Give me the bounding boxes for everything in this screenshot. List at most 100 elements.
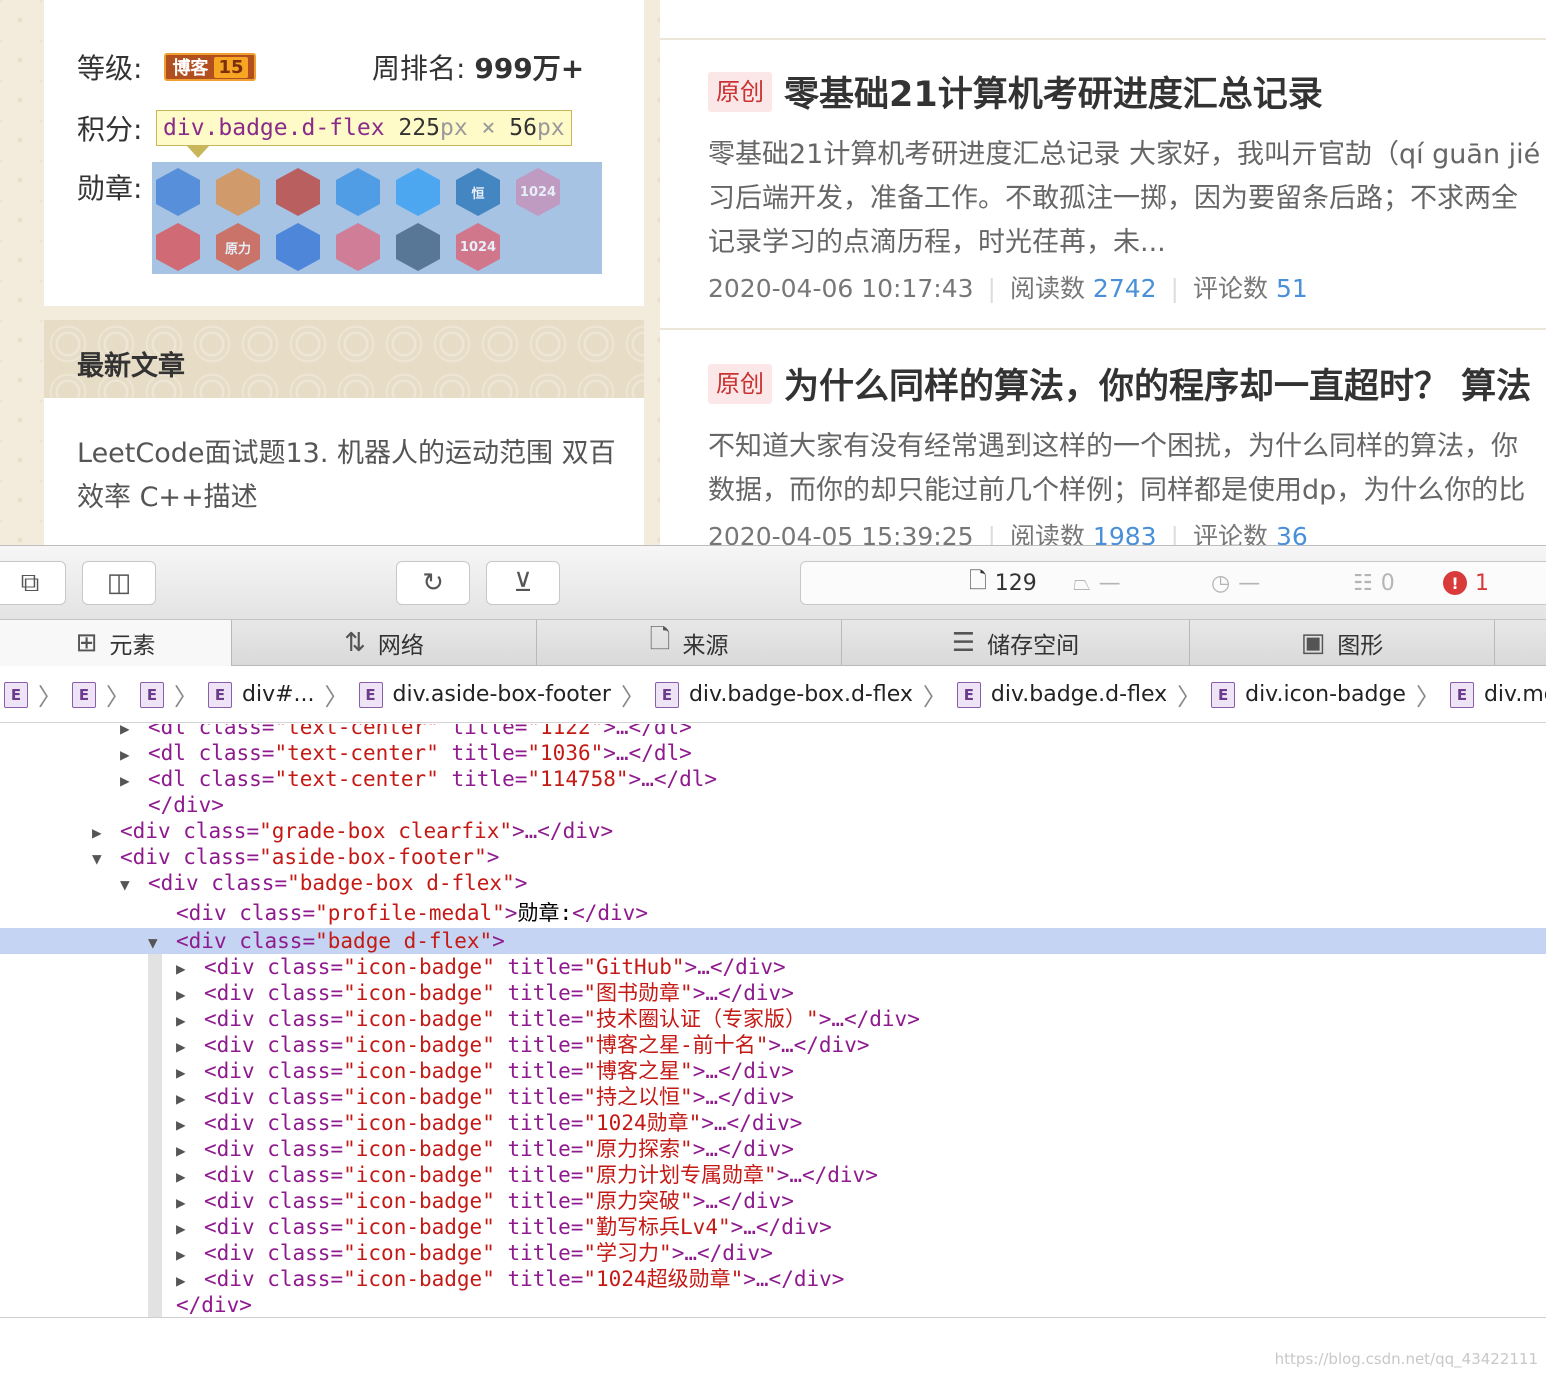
size-counter[interactable]: ⏢ — xyxy=(1073,571,1121,596)
medal-badge-icon[interactable] xyxy=(276,223,320,271)
medal-badge-icon[interactable]: 原力 xyxy=(216,223,260,271)
dom-node[interactable]: ▶ <div class="icon-badge" title="原力探索">…<… xyxy=(0,1136,1546,1162)
error-counter[interactable]: ! 1 xyxy=(1443,571,1489,596)
tab-elements[interactable]: ⊞ 元素 xyxy=(0,620,232,666)
disclosure-closed-icon[interactable]: ▶ xyxy=(92,820,120,846)
disclosure-closed-icon[interactable]: ▶ xyxy=(120,742,148,768)
tag-name: div xyxy=(216,1111,255,1135)
tab-network[interactable]: ⇅ 网络 xyxy=(232,620,537,666)
disclosure-closed-icon[interactable]: ▶ xyxy=(176,1268,204,1294)
medal-label: 勋章: xyxy=(77,172,143,205)
medal-badge-icon[interactable] xyxy=(396,168,440,216)
console-counter[interactable]: ☷ 0 xyxy=(1353,571,1395,596)
disclosure-closed-icon[interactable]: ▶ xyxy=(176,1086,204,1112)
attr-name: class= xyxy=(254,1241,344,1265)
disclosure-closed-icon[interactable]: ▶ xyxy=(176,1008,204,1034)
tab-label: 网络 xyxy=(377,633,424,659)
medal-badge-icon[interactable] xyxy=(156,168,200,216)
dom-node[interactable]: ▶ <div class="grade-box clearfix">…</div> xyxy=(0,818,1546,844)
points-row: 积分: xyxy=(77,108,142,148)
level-badge[interactable]: 博客 15 xyxy=(164,53,256,81)
dom-node[interactable]: ▶ <div class="icon-badge" title="技术圈认证（专家… xyxy=(0,1006,1546,1032)
disclosure-closed-icon[interactable]: ▶ xyxy=(176,1216,204,1242)
disclosure-closed-icon[interactable]: ▶ xyxy=(176,1060,204,1086)
disclosure-closed-icon[interactable]: ▶ xyxy=(120,768,148,794)
reload-button[interactable]: ↻ xyxy=(396,561,470,605)
dom-node[interactable]: ▶ <dl class="text-center" title="1036">…<… xyxy=(0,740,1546,766)
dom-node[interactable]: ▶ <div class="icon-badge" title="持之以恒">…<… xyxy=(0,1084,1546,1110)
tag-tail: > xyxy=(492,929,505,953)
resource-counter[interactable]: 🗋 129 xyxy=(969,564,1037,602)
disclosure-closed-icon[interactable]: ▶ xyxy=(176,982,204,1008)
breadcrumb-item[interactable]: Ediv.badge-box.d-flex xyxy=(654,681,913,708)
dock-mode-button[interactable]: ⧉ xyxy=(0,561,66,605)
attr-name: class= xyxy=(226,929,316,953)
storage-icon: ☰ xyxy=(951,628,976,658)
dom-node[interactable]: ▶ <div class="icon-badge" title="1024勋章">… xyxy=(0,1110,1546,1136)
tab-graphics[interactable]: ▣ 图形 xyxy=(1190,620,1495,666)
dom-node[interactable]: ▶ <div class="icon-badge" title="图书勋章">…<… xyxy=(0,980,1546,1006)
article-item[interactable]: 原创 零基础21计算机考研进度汇总记录 零基础21计算机考研进度汇总记录 大家好… xyxy=(708,66,1546,305)
breadcrumb-item[interactable]: Ediv.aside-box-footer xyxy=(358,681,611,708)
dom-node[interactable]: <div class="profile-medal">勋章:</div> xyxy=(0,900,1546,926)
latest-article-link[interactable]: LeetCode面试题13. 机器人的运动范围 双百效率 C++描述 xyxy=(77,432,617,520)
disclosure-closed-icon[interactable]: ▶ xyxy=(176,1138,204,1164)
attr-name: class= xyxy=(185,741,275,765)
medal-badge-icon[interactable] xyxy=(216,168,260,216)
disclosure-open-icon[interactable]: ▼ xyxy=(120,872,148,898)
article-item[interactable]: 原创 为什么同样的算法，你的程序却一直超时？ 算法 不知道大家有没有经常遇到这样… xyxy=(708,358,1546,545)
breadcrumb-item[interactable]: Ediv.mouse-box xyxy=(1449,681,1546,708)
dom-node[interactable]: ▶ <div class="icon-badge" title="勤写标兵Lv4"… xyxy=(0,1214,1546,1240)
disclosure-open-icon[interactable]: ▼ xyxy=(148,930,176,956)
breadcrumb-item[interactable]: E xyxy=(72,681,96,708)
article-title[interactable]: 零基础21计算机考研进度汇总记录 xyxy=(784,66,1323,117)
dom-node[interactable]: ▶ <div class="icon-badge" title="学习力">…</… xyxy=(0,1240,1546,1266)
dock-side-button[interactable]: ◫ xyxy=(82,561,156,605)
download-button[interactable]: ⊻ xyxy=(486,561,560,605)
dom-node[interactable]: ▶ <div class="icon-badge" title="原力突破">…<… xyxy=(0,1188,1546,1214)
attr-quote: " xyxy=(274,767,288,791)
medal-badge-icon[interactable]: 恒 xyxy=(456,168,500,216)
attr-quote: " xyxy=(482,1163,495,1187)
disclosure-closed-icon[interactable]: ▶ xyxy=(176,1034,204,1060)
dom-node[interactable]: ▼ <div class="badge-box d-flex"> xyxy=(0,870,1546,896)
medal-badge-icon[interactable]: 1024 xyxy=(456,223,500,271)
dom-node[interactable]: ▶ <div class="icon-badge" title="博客之星">…<… xyxy=(0,1058,1546,1084)
dom-node[interactable]: ▶ <div class="icon-badge" title="原力计划专属勋章… xyxy=(0,1162,1546,1188)
medal-badge-icon[interactable] xyxy=(336,223,380,271)
disclosure-open-icon[interactable]: ▼ xyxy=(92,846,120,872)
breadcrumb-item[interactable]: E xyxy=(140,681,164,708)
breadcrumb-item[interactable]: Ediv.badge.d-flex xyxy=(956,681,1167,708)
disclosure-closed-icon[interactable]: ▶ xyxy=(176,956,204,982)
medal-badge-icon[interactable] xyxy=(156,223,200,271)
dom-node[interactable]: ▼ <div class="aside-box-footer"> xyxy=(0,844,1546,870)
dom-node[interactable]: </div> xyxy=(0,1292,1546,1317)
class-value: aside-box-footer xyxy=(271,845,475,869)
breadcrumb-item[interactable]: E xyxy=(4,681,28,708)
tab-sources[interactable]: 🗋 来源 xyxy=(537,620,842,666)
time-counter[interactable]: ◷ — xyxy=(1211,571,1260,596)
inspector-toolbar: ⧉ ◫ ↻ ⊻ 🗋 129 ⏢ — ◷ — ☷ 0 ! 1 xyxy=(0,545,1546,620)
medal-badge-icon[interactable]: 1024 xyxy=(516,168,560,216)
medal-badge-icon[interactable] xyxy=(276,168,320,216)
medal-badge-icon[interactable] xyxy=(396,223,440,271)
disclosure-closed-icon[interactable]: ▶ xyxy=(176,1112,204,1138)
dom-node[interactable]: ▶ <div class="icon-badge" title="博客之星-前十名… xyxy=(0,1032,1546,1058)
attr-name: title= xyxy=(494,1215,584,1239)
dom-node[interactable]: ▶ <dl class="text-center" title="114758">… xyxy=(0,766,1546,792)
disclosure-closed-icon[interactable]: ▶ xyxy=(176,1190,204,1216)
dom-node[interactable]: ▶ <dl class="text-center" title="1122">…<… xyxy=(0,724,1546,740)
medal-badge-icon[interactable] xyxy=(336,168,380,216)
dom-node[interactable]: </div> xyxy=(0,792,1546,818)
breadcrumb-item[interactable]: Ediv.icon-badge xyxy=(1211,681,1406,708)
dom-node[interactable]: ▶ <div class="icon-badge" title="1024超级勋章… xyxy=(0,1266,1546,1292)
breadcrumb-item[interactable]: Ediv#... xyxy=(208,681,315,708)
disclosure-closed-icon[interactable]: ▶ xyxy=(176,1164,204,1190)
attr-quote: " xyxy=(482,1267,495,1291)
dom-node[interactable]: ▶ <div class="icon-badge" title="GitHub">… xyxy=(0,954,1546,980)
disclosure-closed-icon[interactable]: ▶ xyxy=(176,1242,204,1268)
tab-storage[interactable]: ☰ 储存空间 xyxy=(842,620,1190,666)
element-icon: E xyxy=(208,681,232,708)
article-title[interactable]: 为什么同样的算法，你的程序却一直超时？ 算法 xyxy=(784,358,1531,409)
dom-node-selected[interactable]: ▼ <div class="badge d-flex"> xyxy=(0,928,1546,954)
